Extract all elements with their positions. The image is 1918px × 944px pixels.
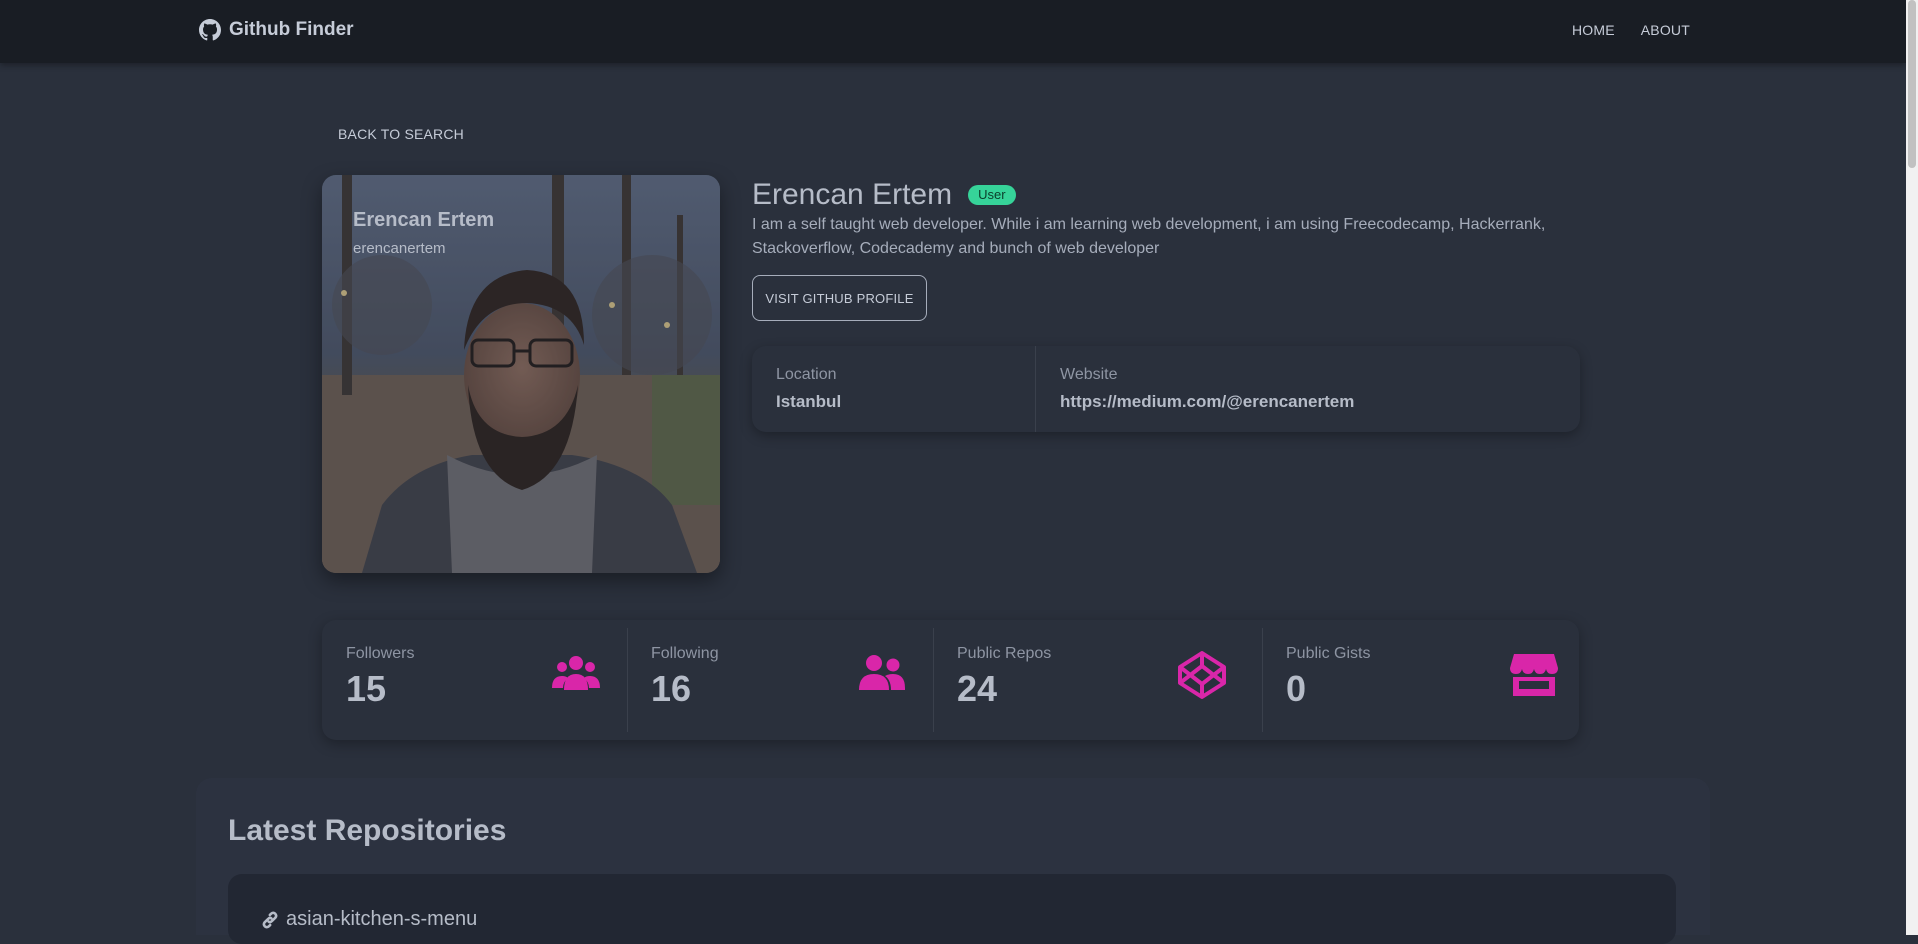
visit-github-profile-button[interactable]: VISIT GITHUB PROFILE	[752, 275, 927, 321]
nav-home-link[interactable]: HOME	[1572, 22, 1615, 38]
brand-link[interactable]: Github Finder	[199, 19, 354, 41]
nav-about-link[interactable]: ABOUT	[1641, 22, 1690, 38]
profile-bio: I am a self taught web developer. While …	[752, 216, 1546, 257]
navbar: Github Finder HOME ABOUT	[0, 0, 1906, 63]
stat-public-gists: Public Gists 0	[1262, 620, 1579, 740]
stat-value: 0	[1286, 668, 1307, 709]
info-card: Location Istanbul Website https://medium…	[752, 346, 1580, 432]
stat-following: Following 16	[627, 620, 933, 740]
repo-link[interactable]: asian-kitchen-s-menu	[260, 908, 477, 931]
stat-followers: Followers 15	[322, 620, 627, 740]
stats-panel: Followers 15 Following 16 Public Repos 2…	[322, 620, 1579, 740]
stat-value: 15	[346, 668, 387, 709]
nav-links: HOME ABOUT	[1572, 22, 1690, 38]
profile-header: Erencan Ertem User	[752, 178, 1016, 212]
brand-title: Github Finder	[229, 19, 354, 40]
stat-label: Public Repos	[957, 645, 1052, 662]
location-cell: Location Istanbul	[776, 366, 841, 412]
website-cell: Website https://medium.com/@erencanertem	[1060, 366, 1354, 412]
website-link[interactable]: https://medium.com/@erencanertem	[1060, 392, 1354, 412]
user-friends-icon	[857, 650, 907, 700]
github-icon	[199, 19, 221, 41]
stat-label: Followers	[346, 645, 415, 662]
back-to-search-button[interactable]: BACK TO SEARCH	[322, 120, 480, 148]
users-icon	[551, 650, 601, 700]
page-scrollbar[interactable]	[1906, 0, 1918, 935]
codepen-icon	[1177, 650, 1227, 700]
store-icon	[1509, 650, 1559, 700]
repos-title: Latest Repositories	[228, 814, 507, 847]
stat-value: 16	[651, 668, 692, 709]
stat-label: Public Gists	[1286, 645, 1371, 662]
location-label: Location	[776, 366, 837, 383]
avatar-card: Erencan Ertem erencanertem	[322, 175, 720, 573]
user-type-badge: User	[968, 185, 1016, 205]
link-icon	[260, 910, 280, 930]
stat-label: Following	[651, 645, 719, 662]
info-divider	[1035, 346, 1036, 432]
stat-value: 24	[957, 668, 998, 709]
avatar-name: Erencan Ertem	[353, 209, 495, 231]
location-value: Istanbul	[776, 392, 842, 411]
stat-public-repos: Public Repos 24	[933, 620, 1262, 740]
profile-name: Erencan Ertem	[752, 178, 953, 211]
latest-repositories-section: Latest Repositories asian-kitchen-s-menu	[196, 778, 1710, 944]
repo-name: asian-kitchen-s-menu	[286, 908, 478, 930]
scrollbar-thumb[interactable]	[1908, 0, 1916, 168]
avatar-overlay: Erencan Ertem erencanertem	[353, 209, 494, 257]
avatar-login: erencanertem	[353, 240, 446, 257]
website-label: Website	[1060, 366, 1118, 383]
repo-card: asian-kitchen-s-menu	[228, 874, 1676, 944]
